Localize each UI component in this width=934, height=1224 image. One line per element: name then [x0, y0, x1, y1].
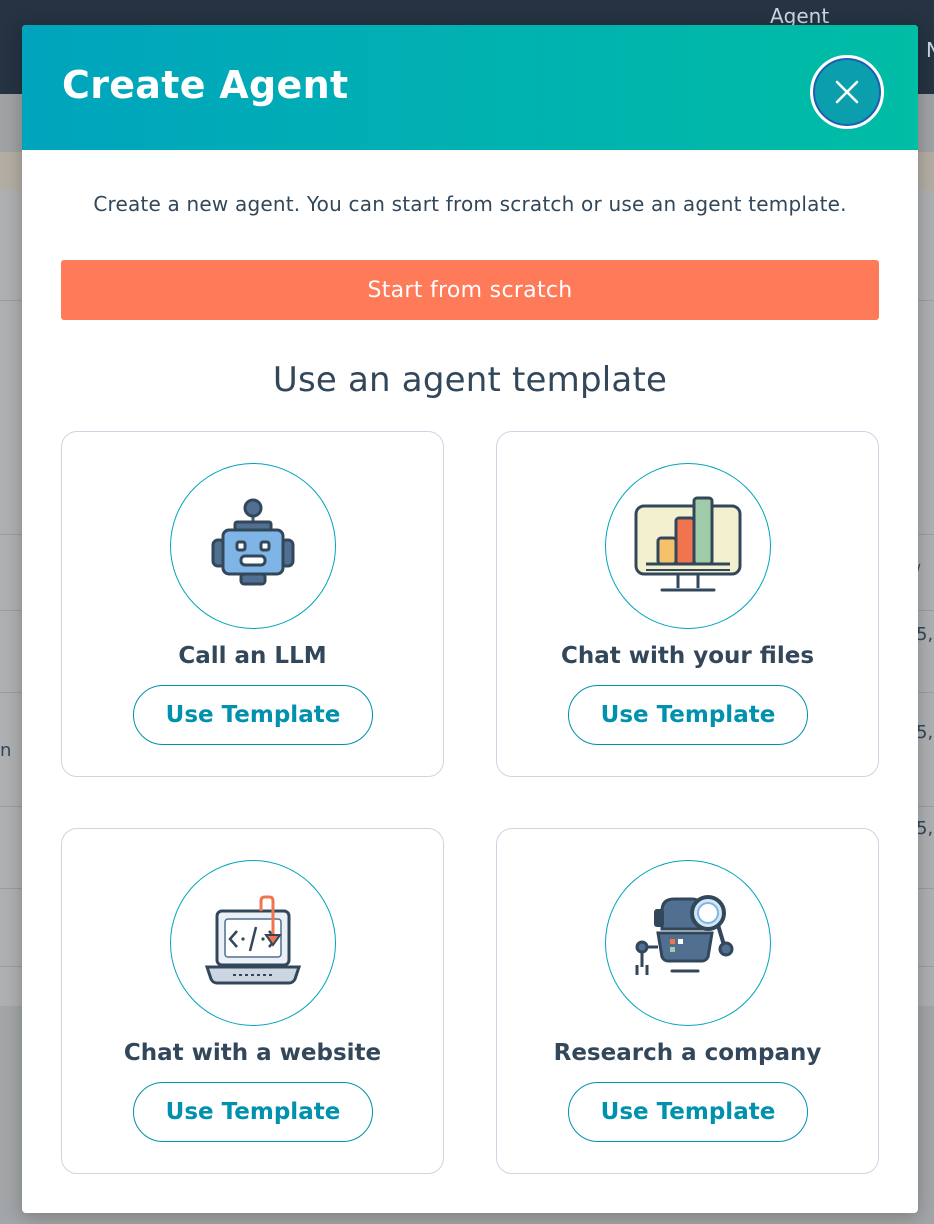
use-template-button[interactable]: Use Template	[133, 1082, 373, 1142]
use-template-button[interactable]: Use Template	[568, 685, 808, 745]
use-template-button[interactable]: Use Template	[133, 685, 373, 745]
template-icon-circle	[170, 860, 336, 1026]
template-card-chat-files: Chat with your files Use Template	[496, 431, 879, 777]
start-from-scratch-button[interactable]: Start from scratch	[61, 260, 879, 320]
background-cell: n	[0, 740, 12, 761]
chart-monitor-icon	[634, 496, 742, 592]
templates-heading: Use an agent template	[272, 360, 668, 400]
template-title: Research a company	[553, 1040, 822, 1066]
intro-text: Create a new agent. You can start from s…	[93, 192, 847, 216]
background-cell: 5,	[916, 722, 934, 743]
template-card-chat-website: Chat with a website Use Template	[61, 828, 444, 1174]
template-card-research-company: Research a company Use Template	[496, 828, 879, 1174]
close-icon	[835, 80, 859, 104]
template-icon-circle	[605, 860, 771, 1026]
template-icon-circle	[170, 463, 336, 629]
modal-title: Create Agent	[62, 63, 349, 107]
background-header-edge-text: N	[926, 38, 934, 62]
template-title: Chat with your files	[560, 643, 815, 669]
use-template-button[interactable]: Use Template	[568, 1082, 808, 1142]
template-card-call-llm: Call an LLM Use Template	[61, 431, 444, 777]
template-title: Call an LLM	[178, 643, 327, 669]
modal-header: Create Agent	[22, 25, 918, 150]
close-button[interactable]	[810, 55, 884, 129]
background-cell: 5,	[916, 624, 934, 645]
background-cell: 5,	[916, 818, 934, 839]
template-icon-circle	[605, 463, 771, 629]
create-agent-modal: Create Agent Create a new agent. You can…	[22, 25, 918, 1213]
research-robot-icon	[635, 895, 734, 975]
code-laptop-icon	[204, 895, 302, 985]
robot-icon	[211, 498, 295, 586]
template-title: Chat with a website	[123, 1040, 382, 1066]
